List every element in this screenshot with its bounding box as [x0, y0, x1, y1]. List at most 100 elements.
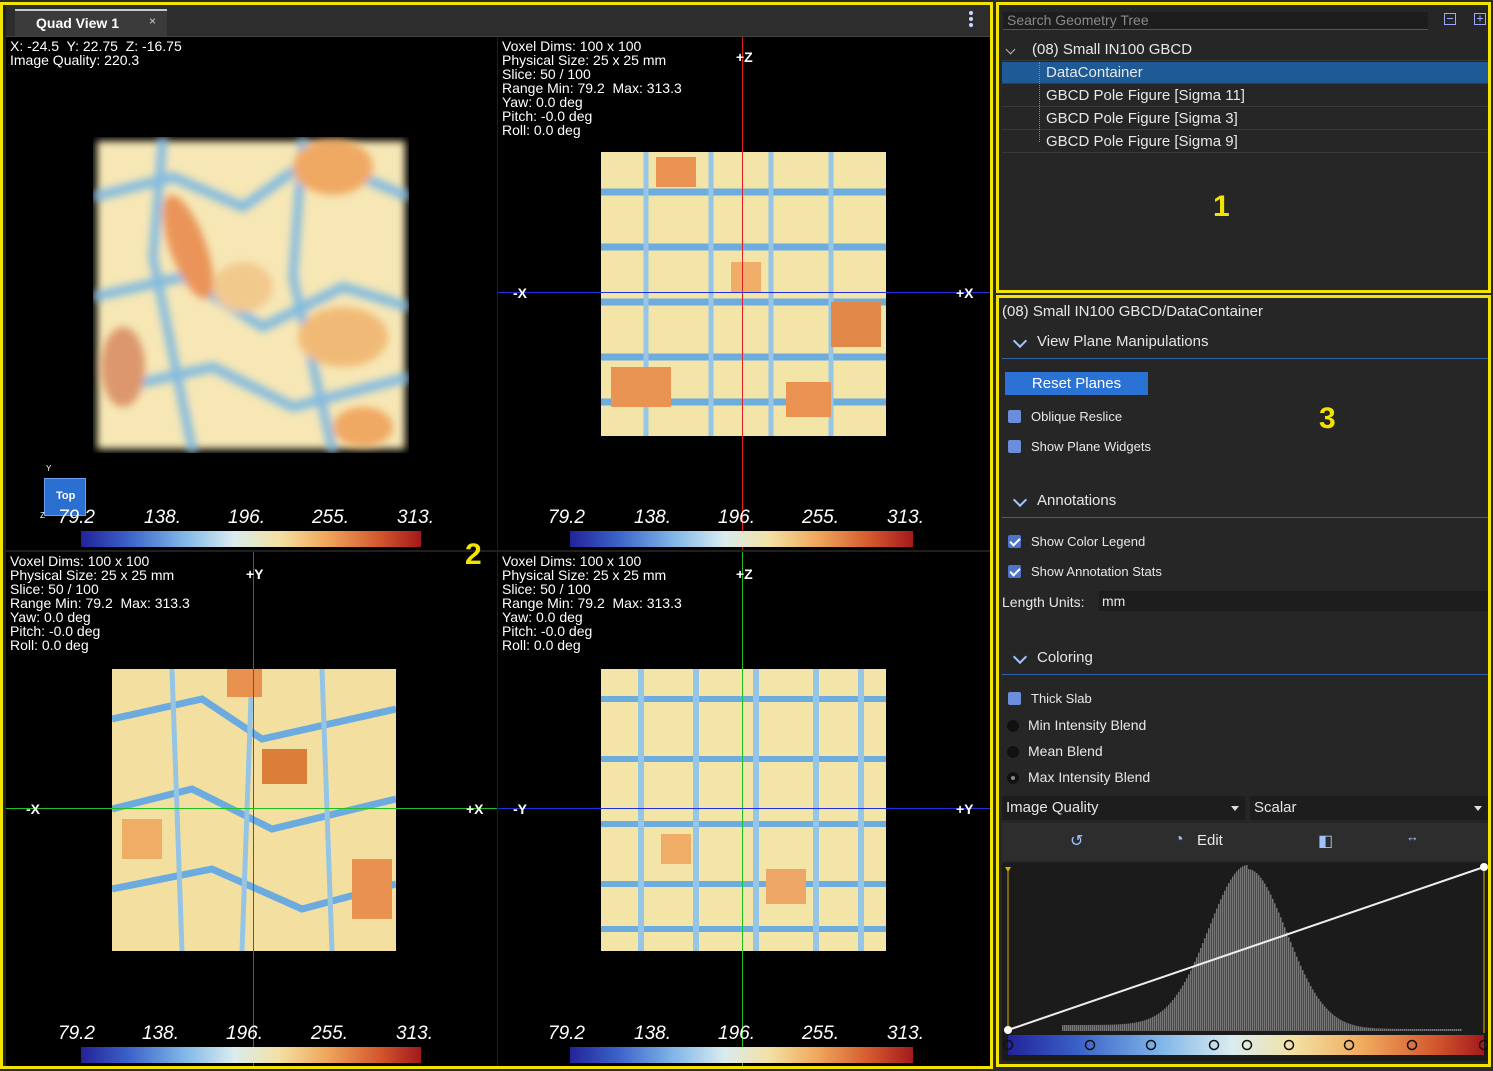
histogram-bar [1250, 869, 1252, 1031]
histogram-bar [1330, 1012, 1332, 1031]
crosshair-vertical[interactable] [253, 552, 254, 1066]
edit-icon[interactable]: ◔ [1174, 831, 1184, 849]
crosshair-horizontal[interactable] [498, 292, 990, 293]
tree-item-root[interactable]: (08) Small IN100 GBCD [1002, 39, 1488, 61]
histogram-bar [1284, 927, 1286, 1031]
histogram-bar [1304, 974, 1306, 1031]
viewport-yz-slice[interactable]: Voxel Dims: 100 x 100 Physical Size: 25 … [498, 552, 990, 1066]
reset-planes-button[interactable]: Reset Planes [1005, 372, 1148, 395]
length-units-label: Length Units: [1002, 594, 1085, 610]
collapse-all-icon[interactable] [1444, 13, 1456, 25]
histogram-bar [1144, 1020, 1146, 1031]
histogram-bar [1344, 1021, 1346, 1031]
thick-slab-checkbox[interactable] [1008, 692, 1021, 705]
histogram-bar [1368, 1027, 1370, 1031]
histogram-bar [1306, 978, 1308, 1031]
histogram-bar [1230, 879, 1232, 1031]
section-view-plane[interactable]: View Plane Manipulations [1002, 329, 1488, 359]
histogram-bar [1138, 1021, 1140, 1031]
axis-label-left: -X [26, 801, 40, 817]
histogram-bar [1428, 1028, 1430, 1031]
crosshair-vertical[interactable] [742, 37, 743, 550]
reset-icon[interactable]: ↺ [1070, 831, 1083, 851]
histogram-bar [1078, 1024, 1080, 1031]
rescale-range-icon[interactable]: ↔ [1406, 829, 1419, 844]
histogram-bar [1064, 1024, 1066, 1031]
histogram-bar [1176, 994, 1178, 1031]
legend-tick: 138. [634, 1023, 671, 1044]
histogram-bar [1268, 890, 1270, 1031]
histogram-bar [1324, 1006, 1326, 1031]
probe-info: X: -24.5 Y: 22.75 Z: -16.75 Image Qualit… [10, 38, 182, 68]
histogram-bar [1318, 998, 1320, 1031]
tree-item-sigma9[interactable]: GBCD Pole Figure [Sigma 9] [1002, 131, 1488, 153]
invert-icon[interactable]: ◧ [1318, 831, 1333, 851]
histogram-bar [1346, 1022, 1348, 1031]
histogram-bar [1310, 985, 1312, 1031]
histogram-bar [1148, 1018, 1150, 1031]
oblique-reslice-checkbox[interactable] [1008, 410, 1021, 423]
histogram-bar [1072, 1024, 1074, 1031]
kebab-menu-icon[interactable] [964, 11, 978, 31]
histogram-bar [1322, 1004, 1324, 1031]
expand-all-icon[interactable] [1474, 13, 1486, 25]
histogram-bar [1106, 1024, 1108, 1031]
viewport-xy-slice[interactable]: Voxel Dims: 100 x 100 Physical Size: 25 … [6, 552, 497, 1066]
mean-blend-radio[interactable] [1007, 746, 1019, 758]
chevron-down-icon[interactable] [1012, 492, 1028, 508]
array-select[interactable]: Image Quality [1002, 796, 1245, 820]
chevron-down-icon[interactable] [1005, 44, 1016, 55]
viewport-3d[interactable]: X: -24.5 Y: 22.75 Z: -16.75 Image Qualit… [6, 37, 497, 550]
chevron-down-icon[interactable] [1012, 333, 1028, 349]
section-coloring[interactable]: Coloring [1002, 645, 1488, 675]
histogram-bar [1438, 1028, 1440, 1031]
color-legend-checkbox[interactable] [1008, 535, 1021, 548]
min-blend-radio[interactable] [1007, 720, 1019, 732]
histogram-bar [1128, 1023, 1130, 1031]
viewport-xz-slice[interactable]: Voxel Dims: 100 x 100 Physical Size: 25 … [498, 37, 990, 550]
crosshair-vertical[interactable] [742, 552, 743, 1066]
crosshair-horizontal[interactable] [498, 808, 990, 809]
histogram-bar [1202, 943, 1204, 1031]
section-annotations[interactable]: Annotations [1002, 488, 1488, 518]
histogram-bar [1094, 1024, 1096, 1031]
histogram-bar [1262, 880, 1264, 1031]
histogram-bar [1454, 1028, 1456, 1031]
histogram-bar [1088, 1024, 1090, 1031]
histogram-bar [1062, 1024, 1064, 1031]
tab-quad-view[interactable]: Quad View 1 × [15, 9, 167, 36]
tree-item-sigma11[interactable]: GBCD Pole Figure [Sigma 11] [1002, 85, 1488, 107]
chevron-down-icon[interactable] [1012, 649, 1028, 665]
transfer-function-editor[interactable] [1002, 863, 1488, 1061]
histogram-bar [1278, 912, 1280, 1031]
histogram-bar [1130, 1023, 1132, 1031]
edit-button[interactable]: Edit [1197, 832, 1223, 849]
legend-tick: 79.2 [58, 507, 95, 528]
legend-tick: 255. [802, 1023, 839, 1044]
histogram-bar [1116, 1024, 1118, 1031]
tree-item-datacontainer[interactable]: DataContainer [1002, 62, 1488, 84]
component-select[interactable]: Scalar [1250, 796, 1488, 820]
histogram-bar [1328, 1010, 1330, 1031]
legend-tick: 313. [887, 507, 924, 528]
max-blend-radio[interactable] [1007, 772, 1019, 784]
axis-label-right: +X [466, 801, 484, 817]
orientation-y-label: Y [46, 464, 52, 473]
histogram-bar [1182, 985, 1184, 1031]
plane-widgets-checkbox[interactable] [1008, 440, 1021, 453]
histogram-bar [1380, 1028, 1382, 1031]
histogram-bar [1258, 875, 1260, 1031]
histogram-bar [1336, 1017, 1338, 1031]
histogram-bar [1112, 1024, 1114, 1031]
annotation-stats-checkbox[interactable] [1008, 565, 1021, 578]
search-input[interactable]: Search Geometry Tree [1003, 12, 1428, 30]
tree-item-sigma3[interactable]: GBCD Pole Figure [Sigma 3] [1002, 108, 1488, 130]
length-units-input[interactable]: mm [1099, 591, 1488, 611]
histogram-bar [1190, 970, 1192, 1031]
crosshair-horizontal[interactable] [6, 808, 497, 809]
histogram-bar [1384, 1028, 1386, 1031]
histogram-bar [1266, 886, 1268, 1031]
close-icon[interactable]: × [149, 14, 156, 28]
histogram-bar [1386, 1028, 1388, 1031]
histogram-bar [1264, 883, 1266, 1031]
